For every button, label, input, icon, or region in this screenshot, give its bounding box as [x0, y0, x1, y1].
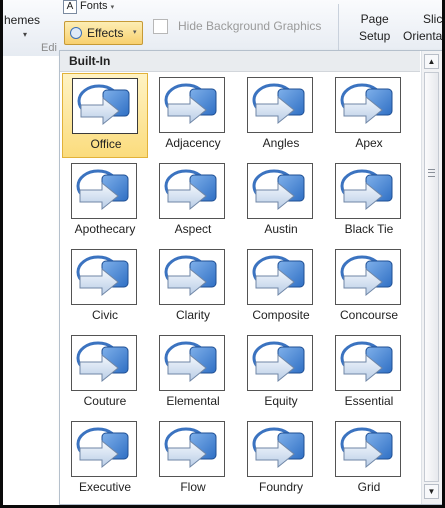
effects-icon — [70, 27, 82, 39]
effect-option-label: Black Tie — [344, 222, 394, 236]
window-left-border — [0, 0, 3, 508]
effect-option-label: Apex — [355, 136, 383, 150]
effect-option-label: Austin — [264, 222, 298, 236]
effect-option-label: Composite — [252, 308, 310, 322]
effect-preview-icon — [335, 335, 401, 391]
scroll-down-button[interactable]: ▼ — [424, 484, 439, 499]
effect-option-angles[interactable]: Angles — [238, 73, 324, 158]
effect-option-label: Clarity — [175, 308, 210, 322]
effect-preview-icon — [247, 163, 313, 219]
effect-preview-icon — [247, 77, 313, 133]
effect-option-label: Concourse — [339, 308, 399, 322]
fonts-icon: A — [63, 0, 77, 14]
effect-preview-icon — [159, 249, 225, 305]
effect-preview-icon — [247, 335, 313, 391]
page-setup-button[interactable]: Page Setup — [359, 11, 390, 45]
effect-preview-icon — [159, 335, 225, 391]
scroll-up-button[interactable]: ▲ — [424, 54, 439, 69]
effect-option-executive[interactable]: Executive — [62, 417, 148, 502]
effect-option-label: Equity — [264, 394, 298, 408]
effects-button[interactable]: Effects ▾ — [64, 21, 143, 45]
fonts-button[interactable]: A Fonts ▾ — [63, 0, 123, 14]
hide-background-graphics-label: Hide Background Graphics — [178, 19, 322, 33]
effect-option-label: Foundry — [258, 480, 304, 494]
themes-dropdown-caret[interactable]: ▾ — [23, 30, 27, 39]
effect-option-flow[interactable]: Flow — [150, 417, 236, 502]
themes-button-label[interactable]: hemes — [4, 13, 40, 27]
effect-preview-icon — [72, 78, 138, 134]
effect-option-label: Couture — [83, 394, 127, 408]
page-setup-label-line1: Page — [360, 12, 389, 26]
effect-preview-icon — [159, 163, 225, 219]
effect-preview-icon — [71, 163, 137, 219]
effect-option-aspect[interactable]: Aspect — [150, 159, 236, 244]
effect-option-grid[interactable]: Grid — [326, 417, 412, 502]
effect-option-essential[interactable]: Essential — [326, 331, 412, 416]
effect-option-label: Angles — [262, 136, 300, 150]
effect-option-label: Grid — [357, 480, 381, 494]
effect-preview-icon — [159, 421, 225, 477]
effect-option-label: Aspect — [174, 222, 212, 236]
effect-option-apothecary[interactable]: Apothecary — [62, 159, 148, 244]
effect-option-composite[interactable]: Composite — [238, 245, 324, 330]
effect-option-label: Elemental — [166, 394, 220, 408]
effect-option-label: Apothecary — [74, 222, 136, 236]
effect-preview-icon — [335, 421, 401, 477]
effect-preview-icon — [71, 335, 137, 391]
effect-preview-icon — [159, 77, 225, 133]
page-setup-label-line2: Setup — [359, 29, 391, 43]
ribbon-design-tab: hemes ▾ A Fonts ▾ Effects ▾ Hide Backgrou… — [3, 0, 442, 56]
effect-option-label: Civic — [92, 308, 118, 322]
effect-preview-icon — [71, 249, 137, 305]
effect-option-foundry[interactable]: Foundry — [238, 417, 324, 502]
effect-option-label: Adjacency — [165, 136, 221, 150]
effect-option-equity[interactable]: Equity — [238, 331, 324, 416]
effect-option-black-tie[interactable]: Black Tie — [326, 159, 412, 244]
effect-option-apex[interactable]: Apex — [326, 73, 412, 158]
fonts-button-label: Fonts — [80, 0, 108, 12]
effect-option-clarity[interactable]: Clarity — [150, 245, 236, 330]
effect-preview-icon — [335, 163, 401, 219]
effects-gallery-grid: Office Adjacency Angles Apex Apothecary Aspec… — [62, 73, 420, 503]
effect-option-label: Flow — [180, 480, 206, 494]
effect-option-elemental[interactable]: Elemental — [150, 331, 236, 416]
effect-preview-icon — [247, 421, 313, 477]
ribbon-group-divider — [338, 4, 339, 50]
effect-preview-icon — [335, 77, 401, 133]
fonts-dropdown-caret: ▾ — [110, 4, 115, 11]
gallery-scrollbar[interactable]: ▲ ▼ — [421, 51, 442, 504]
scrollbar-thumb[interactable] — [424, 72, 439, 482]
effect-preview-icon — [247, 249, 313, 305]
effect-preview-icon — [71, 421, 137, 477]
effect-option-label: Essential — [344, 394, 394, 408]
slide-orientation-label-line1: Slic — [423, 12, 443, 26]
effects-gallery-dropdown: Built-In Office Adjacency Angles Apex Apothe… — [59, 50, 442, 505]
built-in-section-header: Built-In — [60, 51, 420, 72]
checkbox-box[interactable] — [153, 19, 168, 34]
effect-option-label: Executive — [78, 480, 132, 494]
slide-orientation-button[interactable]: Slic Orienta — [403, 11, 442, 45]
effect-preview-icon — [335, 249, 401, 305]
effect-option-adjacency[interactable]: Adjacency — [150, 73, 236, 158]
scrollbar-grip-icon — [428, 169, 435, 177]
effect-option-office[interactable]: Office — [62, 73, 148, 158]
effect-option-couture[interactable]: Couture — [62, 331, 148, 416]
effects-button-label: Effects — [87, 26, 124, 40]
edit-group-label: Edi — [41, 42, 57, 54]
effect-option-austin[interactable]: Austin — [238, 159, 324, 244]
effect-option-label: Office — [90, 137, 122, 151]
effect-option-concourse[interactable]: Concourse — [326, 245, 412, 330]
effects-dropdown-caret: ▾ — [133, 29, 137, 36]
effect-option-civic[interactable]: Civic — [62, 245, 148, 330]
slide-orientation-label-line2: Orienta — [403, 29, 443, 43]
